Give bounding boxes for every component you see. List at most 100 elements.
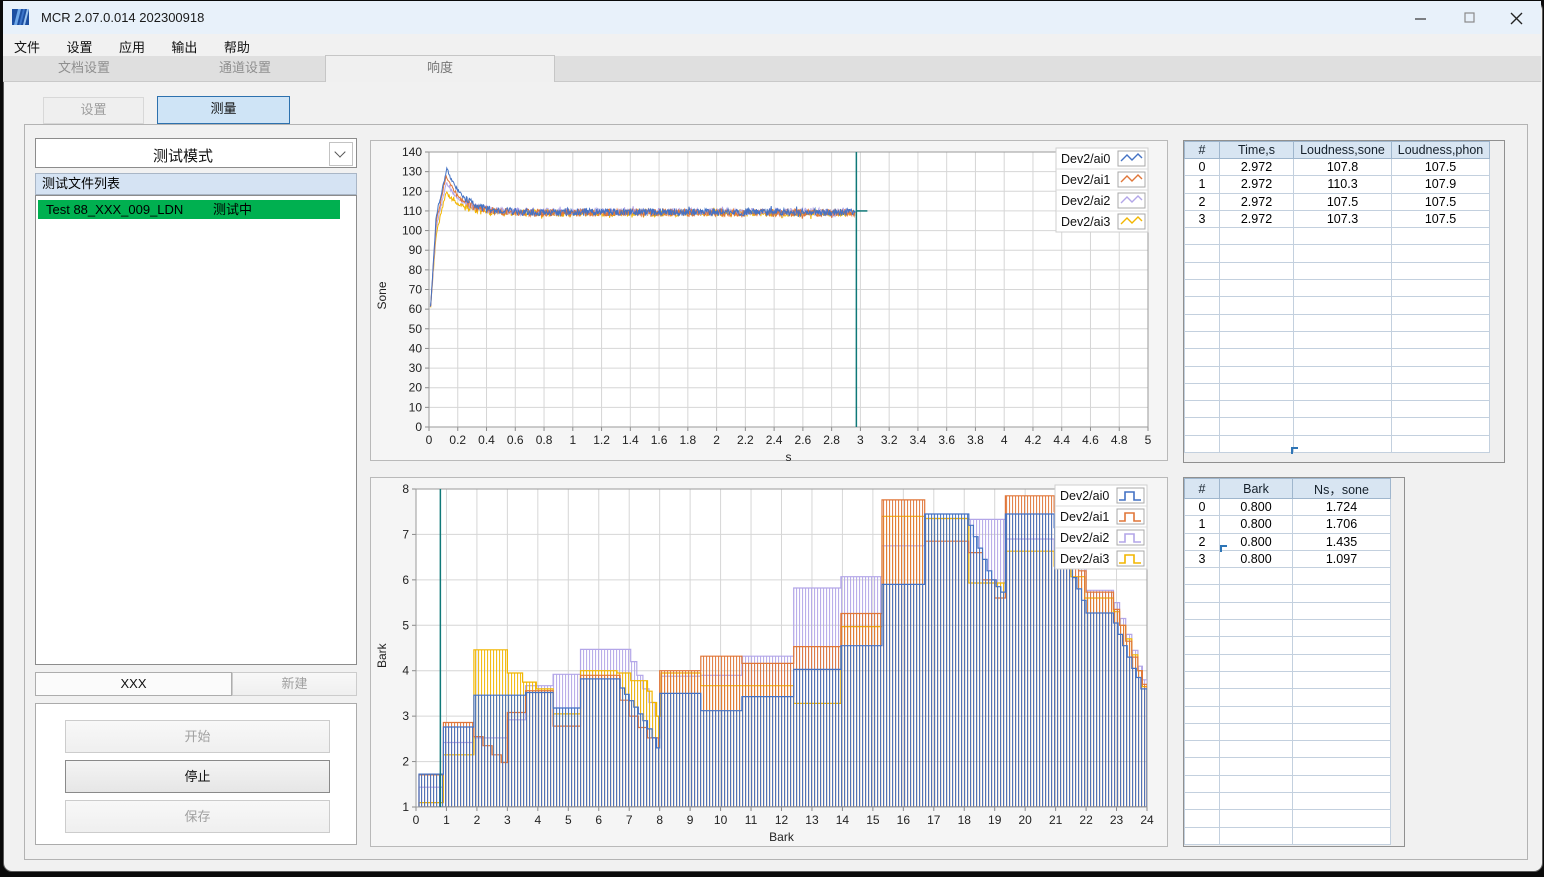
svg-text:Dev2/ai2: Dev2/ai2 <box>1061 194 1110 208</box>
svg-text:0.4: 0.4 <box>478 433 495 447</box>
loudness-table-row[interactable] <box>1184 261 1490 281</box>
svg-text:Dev2/ai0: Dev2/ai0 <box>1061 152 1110 166</box>
loudness-table-header: # <box>1184 141 1220 159</box>
bark-table-panel: # Bark Ns，sone 0 0.800 1.724 1 0.800 1.706 2 0.800… <box>1183 477 1405 847</box>
svg-text:15: 15 <box>866 813 880 827</box>
loudness-table[interactable]: # Time,s Loudness,sone Loudness,phon 0 2.972 1… <box>1184 141 1490 454</box>
bark-table-row[interactable] <box>1184 774 1391 794</box>
bark-table-header: # <box>1184 478 1220 499</box>
bark-table-row[interactable] <box>1184 826 1391 845</box>
bark-table-row[interactable] <box>1184 740 1391 759</box>
loudness-table-row[interactable] <box>1184 330 1490 350</box>
bark-table-row[interactable] <box>1184 722 1391 742</box>
svg-text:1: 1 <box>569 433 576 447</box>
test-file-listbox[interactable]: Test 88_XXX_009_LDN 测试中 <box>35 195 357 665</box>
bark-table-row[interactable] <box>1184 619 1391 638</box>
bark-table-row[interactable] <box>1184 567 1391 586</box>
svg-text:10: 10 <box>714 813 728 827</box>
stop-button[interactable]: 停止 <box>65 760 330 793</box>
svg-text:10: 10 <box>409 400 423 414</box>
loudness-table-header: Loudness,sone <box>1293 141 1392 159</box>
bark-table-row[interactable] <box>1184 809 1391 828</box>
svg-text:16: 16 <box>897 813 911 827</box>
loudness-table-row[interactable]: 1 2.972 110.3 107.9 <box>1184 175 1490 194</box>
svg-text:40: 40 <box>409 341 423 355</box>
minimize-button[interactable] <box>1404 6 1438 30</box>
subtab-measure[interactable]: 测量 <box>157 96 290 124</box>
loudness-table-row[interactable] <box>1184 227 1490 246</box>
svg-text:1: 1 <box>402 800 409 814</box>
svg-text:1.2: 1.2 <box>593 433 610 447</box>
loudness-table-row[interactable] <box>1184 348 1490 367</box>
svg-text:2.2: 2.2 <box>737 433 754 447</box>
bark-table-row[interactable]: 1 0.800 1.706 <box>1184 515 1391 534</box>
bark-table-row[interactable] <box>1184 601 1391 621</box>
bark-table-row[interactable] <box>1184 636 1391 655</box>
test-file-name: Test 88_XXX_009_LDN <box>46 202 184 217</box>
bark-table-row[interactable]: 2 0.800 1.435 <box>1184 532 1391 551</box>
xxx-button[interactable]: XXX <box>35 672 232 696</box>
bark-spectrum-chart[interactable]: 0 1 2 3 4 5 6 7 8 9 10 11 12 13 14 15 16 17 18 19 20 21 22 23 24… <box>370 477 1168 847</box>
loudness-table-row[interactable] <box>1184 365 1490 384</box>
svg-text:7: 7 <box>402 527 409 541</box>
svg-text:s: s <box>786 450 792 461</box>
window-title: MCR 2.07.0.014 202300918 <box>41 10 205 25</box>
svg-text:24: 24 <box>1140 813 1154 827</box>
maximize-button[interactable] <box>1453 6 1487 30</box>
loudness-time-chart[interactable]: 0 0.2 0.4 0.6 0.8 1 1.2 1.4 1.6 1.8 2 2.2 2.4 2.6 2.8 3… <box>370 140 1168 464</box>
svg-text:6: 6 <box>402 573 409 587</box>
loudness-table-row[interactable]: 3 2.972 107.3 107.5 <box>1184 209 1490 229</box>
test-mode-select[interactable]: 测试模式 <box>35 138 357 168</box>
bark-table[interactable]: # Bark Ns，sone 0 0.800 1.724 1 0.800 1.706 2 0.800… <box>1184 478 1391 845</box>
bark-table-row[interactable] <box>1184 584 1391 603</box>
loudness-table-row[interactable]: 2 2.972 107.5 107.5 <box>1184 192 1490 211</box>
svg-text:1.8: 1.8 <box>679 433 696 447</box>
bark-table-header-row: # Bark Ns，sone <box>1184 478 1391 499</box>
svg-text:Dev2/ai3: Dev2/ai3 <box>1061 215 1110 229</box>
svg-text:22: 22 <box>1079 813 1093 827</box>
bark-table-row[interactable] <box>1184 688 1391 707</box>
svg-text:120: 120 <box>402 184 422 198</box>
loudness-table-row[interactable] <box>1184 296 1490 315</box>
svg-text:18: 18 <box>958 813 972 827</box>
svg-text:2.4: 2.4 <box>766 433 783 447</box>
bark-table-row[interactable] <box>1184 670 1391 690</box>
bark-table-row[interactable] <box>1184 653 1391 672</box>
tab-document-settings[interactable]: 文档设置 <box>3 56 166 80</box>
bark-table-row[interactable] <box>1184 757 1391 776</box>
chevron-down-icon <box>334 146 346 158</box>
start-button[interactable]: 开始 <box>65 720 330 753</box>
test-mode-value: 测试模式 <box>152 148 213 165</box>
loudness-table-row[interactable]: 0 2.972 107.8 107.5 <box>1184 157 1490 177</box>
loudness-table-row[interactable] <box>1184 279 1490 298</box>
loudness-table-row[interactable] <box>1184 417 1490 436</box>
loudness-table-row[interactable] <box>1184 434 1490 454</box>
legend-entry-dev2-ai0: Dev2/ai0 <box>1060 487 1145 504</box>
loudness-table-row[interactable] <box>1184 313 1490 332</box>
svg-text:100: 100 <box>402 224 422 238</box>
bark-table-row[interactable] <box>1184 705 1391 724</box>
bark-table-row[interactable]: 0 0.800 1.724 <box>1184 497 1391 517</box>
svg-text:60: 60 <box>409 302 423 316</box>
svg-text:8: 8 <box>656 813 663 827</box>
bark-table-row[interactable] <box>1184 792 1391 811</box>
bark-table-row[interactable]: 3 0.800 1.097 <box>1184 549 1391 569</box>
dropdown-button[interactable] <box>329 142 353 166</box>
loudness-table-row[interactable] <box>1184 244 1490 263</box>
svg-text:Bark: Bark <box>375 642 389 668</box>
loudness-table-row[interactable] <box>1184 382 1490 402</box>
svg-text:20: 20 <box>1018 813 1032 827</box>
tab-loudness[interactable]: 响度 <box>325 55 555 82</box>
subtab-settings[interactable]: 设置 <box>43 97 144 124</box>
svg-text:13: 13 <box>805 813 819 827</box>
tab-channel-settings[interactable]: 通道设置 <box>165 56 326 80</box>
test-file-item[interactable]: Test 88_XXX_009_LDN 测试中 <box>38 200 340 219</box>
svg-text:3.6: 3.6 <box>938 433 955 447</box>
save-button[interactable]: 保存 <box>65 800 330 833</box>
loudness-table-row[interactable] <box>1184 400 1490 419</box>
svg-text:0: 0 <box>413 813 420 827</box>
svg-text:17: 17 <box>927 813 941 827</box>
new-button[interactable]: 新建 <box>232 672 357 696</box>
close-button[interactable] <box>1499 6 1533 30</box>
app-logo-icon <box>12 8 30 26</box>
